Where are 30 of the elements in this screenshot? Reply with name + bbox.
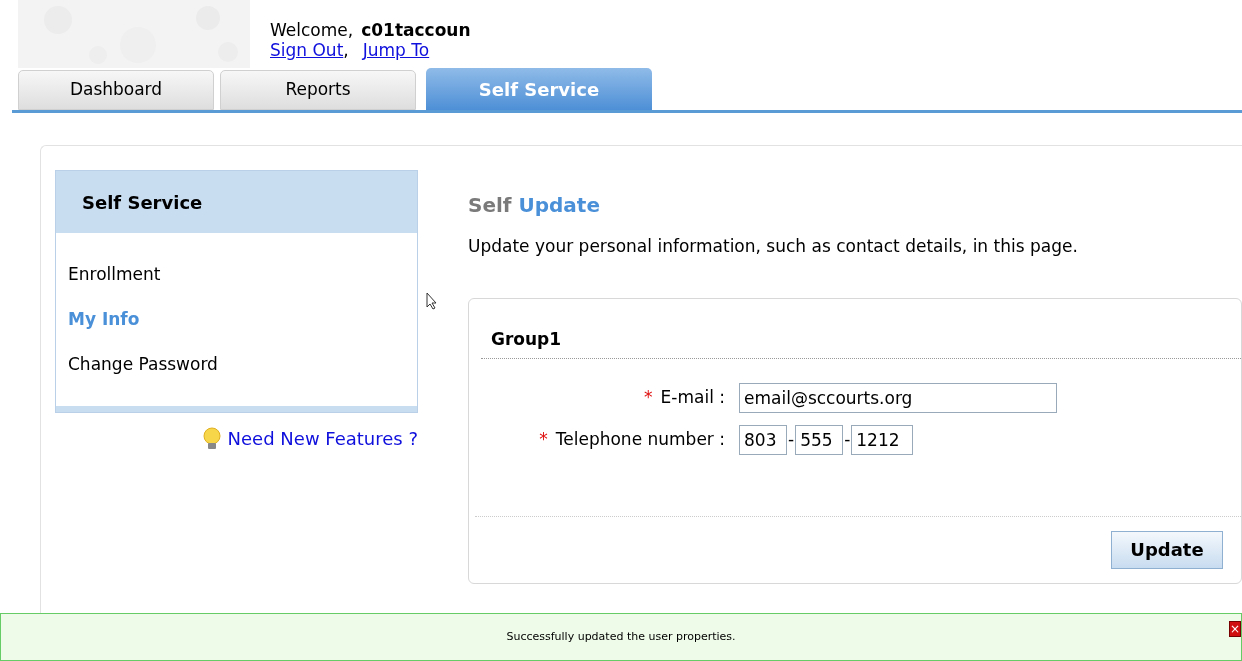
required-mark: * (644, 386, 653, 410)
close-button[interactable]: × (1229, 621, 1241, 637)
success-message: Successfully updated the user properties. (506, 628, 736, 645)
phone-field[interactable]: 1212 (851, 425, 914, 455)
description-text: Update your personal information, such as contact details, in this page. (468, 235, 1079, 258)
username: c01taccoun (361, 20, 471, 40)
update-button[interactable]: Update (1111, 530, 1223, 569)
welcome-text: Welcome, (270, 20, 354, 40)
sidebar-title: Self Service (56, 171, 417, 233)
email-field[interactable]: email@sccourts.org (739, 383, 1057, 413)
sidebar-item[interactable]: Enrollment (68, 257, 161, 292)
field-label: E-mail : (660, 386, 725, 410)
mouse-cursor-icon (426, 292, 438, 310)
light-bulb-icon (201, 426, 222, 451)
page-title: Self (468, 193, 512, 217)
separator-text: - (787, 428, 796, 452)
required-mark: * (539, 428, 548, 452)
header-link[interactable]: Jump To (362, 40, 430, 60)
page-title: Update (518, 193, 600, 217)
field-label: Telephone number : (555, 428, 725, 452)
group-title: Group1 (491, 327, 563, 351)
separator-text: - (843, 428, 852, 452)
separator-text: , (343, 40, 349, 60)
phone-field[interactable]: 803 (739, 425, 787, 455)
header-link[interactable]: Sign Out (270, 40, 344, 60)
sidebar-item[interactable]: Change Password (68, 347, 218, 382)
nav-tab[interactable]: Reports (220, 70, 416, 110)
phone-field[interactable]: 555 (795, 425, 844, 455)
nav-tab[interactable]: Dashboard (18, 70, 214, 110)
features-link[interactable]: Need New Features ? (227, 425, 418, 452)
